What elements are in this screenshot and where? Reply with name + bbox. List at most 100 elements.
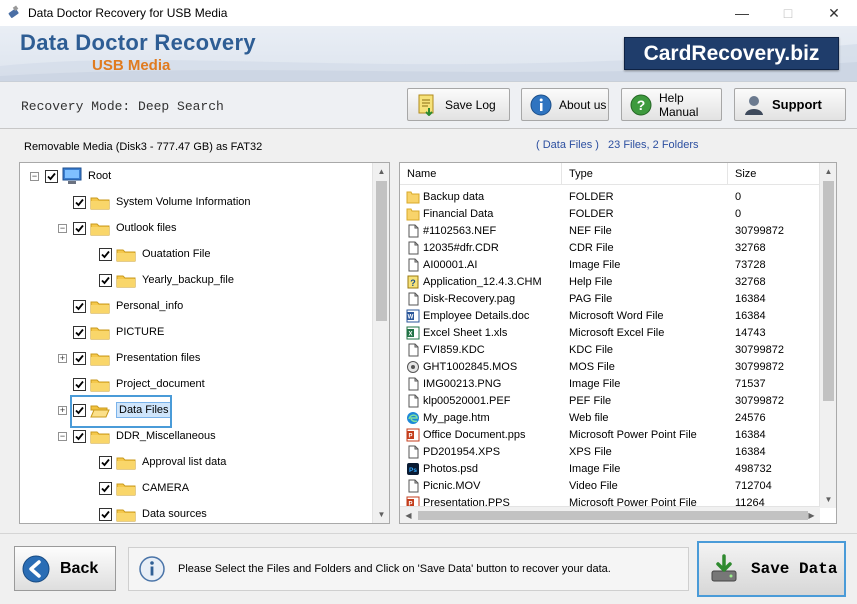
- collapse-icon[interactable]: −: [58, 223, 67, 233]
- file-list[interactable]: Name Type Size Backup data FOLDER 0 Financi…: [399, 162, 837, 524]
- file-name: My_page.htm: [423, 411, 490, 424]
- tree-item-checkbox[interactable]: [73, 221, 86, 235]
- expand-icon[interactable]: +: [58, 353, 67, 363]
- folder-tree[interactable]: ▲ ▼ − Root System Volume Information − Outlo…: [19, 162, 390, 524]
- tree-item-checkbox[interactable]: [73, 325, 86, 339]
- expand-icon[interactable]: +: [58, 405, 67, 415]
- support-person-icon: [743, 94, 765, 116]
- file-size: 0: [735, 190, 742, 203]
- tree-item[interactable]: Yearly_backup_file: [84, 270, 234, 290]
- list-scroll-left-icon[interactable]: ◀: [400, 507, 417, 523]
- file-name: AI00001.AI: [423, 258, 478, 271]
- tree-item-checkbox[interactable]: [73, 429, 86, 443]
- tree-item[interactable]: − Outlook files: [58, 218, 177, 238]
- list-scroll-up-icon[interactable]: ▲: [820, 163, 836, 180]
- file-row[interactable]: P Office Document.pps Microsoft Power Poin…: [400, 426, 820, 443]
- tree-item[interactable]: Approval list data: [84, 452, 226, 472]
- file-row[interactable]: X Excel Sheet 1.xls Microsoft Excel File 14…: [400, 324, 820, 341]
- tree-item-checkbox[interactable]: [73, 299, 86, 313]
- tree-item-checkbox[interactable]: [99, 507, 112, 521]
- tree-item-checkbox[interactable]: [99, 273, 112, 287]
- tree-item-label: CAMERA: [142, 482, 190, 494]
- edge-icon: [406, 411, 423, 425]
- back-button[interactable]: Back: [14, 546, 116, 591]
- minimize-button[interactable]: —: [719, 0, 765, 26]
- file-row[interactable]: GHT1002845.MOS MOS File 30799872: [400, 358, 820, 375]
- file-row[interactable]: #1102563.NEF NEF File 30799872: [400, 222, 820, 239]
- info-icon: [530, 94, 552, 116]
- close-button[interactable]: ✕: [811, 0, 857, 26]
- tree-item-label: Yearly_backup_file: [142, 274, 234, 286]
- tree-item[interactable]: Ouatation File: [84, 244, 210, 264]
- tree-scroll-thumb[interactable]: [376, 181, 387, 321]
- list-scroll-down-icon[interactable]: ▼: [820, 491, 836, 508]
- tree-item[interactable]: PICTURE: [58, 322, 164, 342]
- tree-item-checkbox[interactable]: [45, 169, 58, 183]
- save-data-label: Save Data: [751, 560, 838, 578]
- tree-vertical-scrollbar[interactable]: ▲ ▼: [372, 163, 389, 523]
- maximize-button[interactable]: □: [765, 0, 811, 26]
- tree-item[interactable]: Personal_info: [58, 296, 183, 316]
- file-name: Application_12.4.3.CHM: [423, 275, 542, 288]
- scroll-up-arrow-icon[interactable]: ▲: [373, 163, 389, 180]
- file-row[interactable]: My_page.htm Web file 24576: [400, 409, 820, 426]
- file-row[interactable]: ? Application_12.4.3.CHM Help File 32768: [400, 273, 820, 290]
- collapse-icon[interactable]: −: [58, 431, 67, 441]
- list-horizontal-scrollbar[interactable]: ◀ ▶: [400, 506, 820, 523]
- tree-item-checkbox[interactable]: [99, 247, 112, 261]
- save-log-button[interactable]: Save Log: [407, 88, 510, 121]
- save-data-button[interactable]: Save Data: [697, 541, 846, 597]
- folder-icon: [116, 507, 142, 522]
- tree-item[interactable]: System Volume Information: [58, 192, 251, 212]
- column-header-type[interactable]: Type: [562, 163, 728, 185]
- folder-icon: [90, 195, 116, 210]
- tree-item[interactable]: Data sources: [84, 504, 207, 523]
- list-scroll-right-icon[interactable]: ▶: [803, 507, 820, 523]
- scroll-down-arrow-icon[interactable]: ▼: [373, 506, 389, 523]
- file-row[interactable]: IMG00213.PNG Image File 71537: [400, 375, 820, 392]
- svg-text:X: X: [408, 331, 412, 337]
- help-manual-button[interactable]: ? Help Manual: [621, 88, 722, 121]
- collapse-icon[interactable]: −: [30, 171, 39, 181]
- file-row[interactable]: Ps Photos.psd Image File 498732: [400, 460, 820, 477]
- file-name-cell: GHT1002845.MOS: [400, 360, 562, 374]
- tree-item[interactable]: + Presentation files: [58, 348, 200, 368]
- tree-item-checkbox[interactable]: [73, 377, 86, 391]
- file-count-label: 23 Files, 2 Folders: [608, 139, 699, 151]
- about-us-button[interactable]: About us: [521, 88, 609, 121]
- tree-item[interactable]: Project_document: [58, 374, 205, 394]
- file-row[interactable]: Disk-Recovery.pag PAG File 16384: [400, 290, 820, 307]
- list-vertical-scrollbar[interactable]: ▲ ▼: [819, 163, 836, 508]
- file-row[interactable]: W Employee Details.doc Microsoft Word File…: [400, 307, 820, 324]
- tree-item-checkbox[interactable]: [73, 351, 86, 365]
- tree-item-checkbox[interactable]: [99, 455, 112, 469]
- list-hscroll-thumb[interactable]: [418, 511, 808, 520]
- tree-item-checkbox[interactable]: [73, 195, 86, 209]
- save-log-icon: [416, 94, 438, 116]
- tree-item[interactable]: CAMERA: [84, 478, 189, 498]
- file-size: 498732: [735, 462, 772, 475]
- column-header-name[interactable]: Name: [400, 163, 562, 185]
- file-row[interactable]: FVI859.KDC KDC File 30799872: [400, 341, 820, 358]
- file-row[interactable]: AI00001.AI Image File 73728: [400, 256, 820, 273]
- brand-badge: CardRecovery.biz: [624, 37, 839, 70]
- file-row[interactable]: 12035#dfr.CDR CDR File 32768: [400, 239, 820, 256]
- file-row[interactable]: PD201954.XPS XPS File 16384: [400, 443, 820, 460]
- word-icon: W: [406, 309, 423, 323]
- list-scroll-thumb[interactable]: [823, 181, 834, 401]
- file-row[interactable]: klp00520001.PEF PEF File 30799872: [400, 392, 820, 409]
- svg-text:?: ?: [410, 278, 416, 288]
- file-row[interactable]: Picnic.MOV Video File 712704: [400, 477, 820, 494]
- file-icon: [406, 224, 423, 238]
- file-row[interactable]: Backup data FOLDER 0: [400, 188, 820, 205]
- tree-item[interactable]: − Root: [30, 166, 111, 186]
- file-icon: [406, 343, 423, 357]
- file-type: NEF File: [569, 224, 612, 237]
- tree-item-checkbox[interactable]: [99, 481, 112, 495]
- tree-item[interactable]: − DDR_Miscellaneous: [58, 426, 216, 446]
- support-button[interactable]: Support: [734, 88, 846, 121]
- column-header-size[interactable]: Size: [728, 163, 820, 185]
- file-row[interactable]: Financial Data FOLDER 0: [400, 205, 820, 222]
